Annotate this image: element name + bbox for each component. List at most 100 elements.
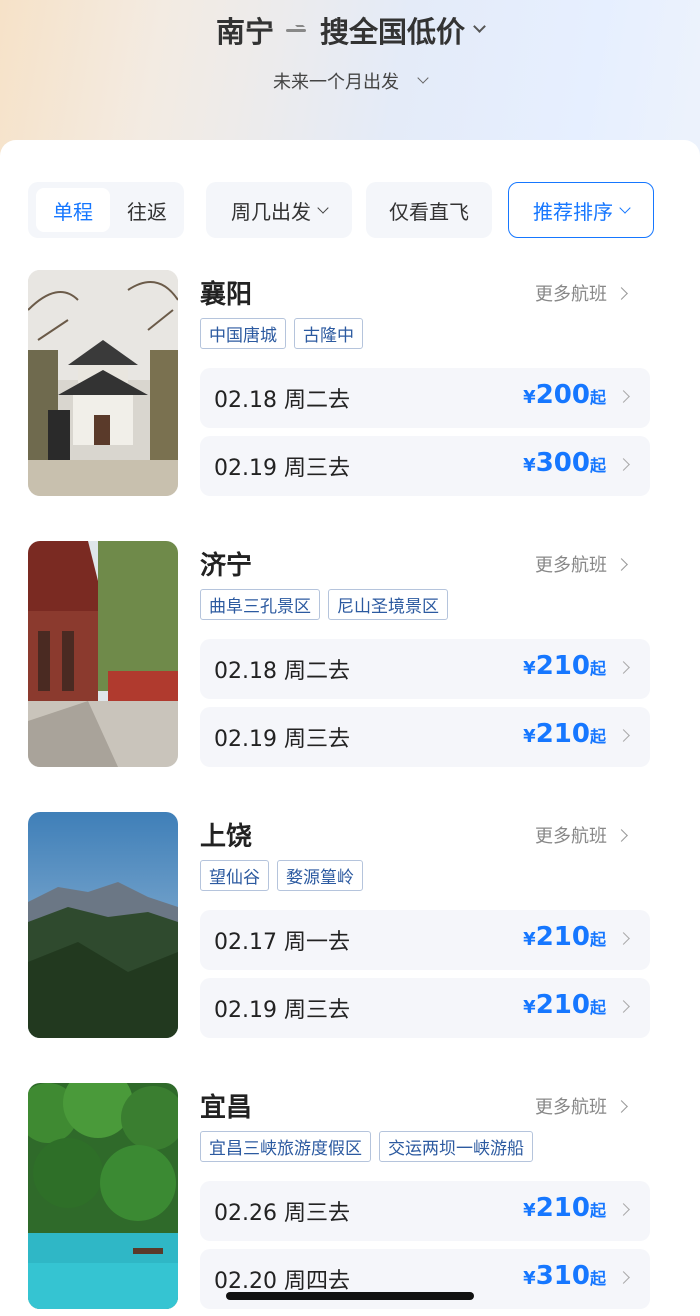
currency-symbol: ¥: [523, 997, 536, 1018]
attraction-tag: 望仙谷: [200, 860, 269, 891]
chevron-right-icon: [615, 1099, 628, 1113]
currency-symbol: ¥: [523, 387, 536, 408]
more-flights-link[interactable]: 更多航班: [535, 551, 628, 577]
city-name: 济宁: [200, 551, 253, 581]
flight-date: 02.18 周二去: [214, 659, 350, 684]
more-flights-label: 更多航班: [535, 1097, 607, 1118]
chevron-right-icon: [617, 1203, 630, 1216]
destination-photo: [28, 270, 178, 496]
attraction-tags: 中国唐城 古隆中: [200, 318, 363, 349]
chevron-down-icon[interactable]: [473, 19, 486, 33]
attraction-tag: 中国唐城: [200, 318, 286, 349]
price-suffix: 起: [589, 930, 606, 949]
flight-price: ¥200起: [523, 380, 606, 410]
destination-card[interactable]: 上饶 更多航班 望仙谷 婺源篁岭 02.17 周一去 ¥210起 02.19 周…: [28, 812, 650, 1040]
price-suffix: 起: [589, 727, 606, 746]
one-way-tab[interactable]: 单程: [36, 188, 110, 232]
date-range-selector[interactable]: 未来一个月出发: [0, 66, 700, 96]
origin-city[interactable]: 南宁: [216, 9, 274, 51]
flight-date: 02.20 周四去: [214, 1269, 350, 1294]
flight-row[interactable]: 02.19 周三去 ¥300起: [200, 436, 650, 496]
flight-row[interactable]: 02.18 周二去 ¥200起: [200, 368, 650, 428]
sort-dropdown[interactable]: 推荐排序: [508, 182, 654, 238]
chevron-down-icon: [317, 201, 329, 214]
flight-row[interactable]: 02.17 周一去 ¥210起: [200, 910, 650, 970]
more-flights-label: 更多航班: [535, 826, 607, 847]
attraction-tags: 曲阜三孔景区 尼山圣境景区: [200, 589, 448, 620]
chevron-right-icon: [617, 932, 630, 945]
chevron-down-icon: [619, 201, 631, 214]
flight-date: 02.26 周三去: [214, 1201, 350, 1226]
flight-date: 02.17 周一去: [214, 930, 350, 955]
currency-symbol: ¥: [523, 455, 536, 476]
flight-date: 02.18 周二去: [214, 388, 350, 413]
round-trip-tab[interactable]: 往返: [110, 188, 184, 232]
arrow-right-icon: [286, 23, 308, 37]
date-range-label: 未来一个月出发: [273, 72, 399, 93]
chevron-right-icon: [617, 661, 630, 674]
route-selector[interactable]: 南宁 搜全国低价: [0, 8, 700, 52]
flight-price: ¥210起: [523, 922, 606, 952]
destination-card[interactable]: 宜昌 更多航班 宜昌三峡旅游度假区 交运两坝一峡游船 02.26 周三去 ¥21…: [28, 1083, 650, 1311]
attraction-tag: 尼山圣境景区: [328, 589, 448, 620]
destination-card[interactable]: 襄阳 更多航班 中国唐城 古隆中 02.18 周二去 ¥200起 02.19 周…: [28, 270, 650, 498]
home-indicator[interactable]: [226, 1292, 474, 1300]
attraction-tag: 古隆中: [294, 318, 363, 349]
city-name: 襄阳: [200, 280, 253, 310]
price-value: 200: [535, 380, 590, 410]
price-suffix: 起: [589, 659, 606, 678]
price-suffix: 起: [589, 1201, 606, 1220]
price-value: 310: [535, 1261, 590, 1291]
attraction-tag: 宜昌三峡旅游度假区: [200, 1131, 371, 1162]
more-flights-link[interactable]: 更多航班: [535, 280, 628, 306]
flight-row[interactable]: 02.18 周二去 ¥210起: [200, 639, 650, 699]
city-name: 上饶: [200, 822, 253, 852]
direct-only-label: 仅看直飞: [389, 199, 469, 224]
sort-label: 推荐排序: [533, 199, 613, 224]
weekday-filter[interactable]: 周几出发: [206, 182, 352, 238]
destination-photo: [28, 1083, 178, 1309]
chevron-right-icon: [617, 1000, 630, 1013]
currency-symbol: ¥: [523, 726, 536, 747]
currency-symbol: ¥: [523, 929, 536, 950]
chevron-down-icon: [417, 72, 429, 84]
header: 南宁 搜全国低价 未来一个月出发: [0, 0, 700, 140]
flight-row[interactable]: 02.19 周三去 ¥210起: [200, 707, 650, 767]
city-name: 宜昌: [200, 1093, 253, 1123]
filter-bar: 单程 往返 周几出发 仅看直飞 推荐排序: [28, 182, 660, 240]
currency-symbol: ¥: [523, 1268, 536, 1289]
price-value: 300: [535, 448, 590, 478]
attraction-tag: 婺源篁岭: [277, 860, 363, 891]
weekday-filter-label: 周几出发: [231, 199, 311, 224]
chevron-right-icon: [615, 286, 628, 300]
direct-only-filter[interactable]: 仅看直飞: [366, 182, 492, 238]
flight-date: 02.19 周三去: [214, 727, 350, 752]
attraction-tags: 宜昌三峡旅游度假区 交运两坝一峡游船: [200, 1131, 533, 1162]
flight-price: ¥210起: [523, 990, 606, 1020]
flight-price: ¥210起: [523, 1193, 606, 1223]
destination-label[interactable]: 搜全国低价: [320, 9, 465, 51]
price-value: 210: [535, 922, 590, 952]
destination-card[interactable]: 济宁 更多航班 曲阜三孔景区 尼山圣境景区 02.18 周二去 ¥210起 02…: [28, 541, 650, 769]
attraction-tag: 曲阜三孔景区: [200, 589, 320, 620]
flight-row[interactable]: 02.20 周四去 ¥310起: [200, 1249, 650, 1309]
chevron-right-icon: [615, 828, 628, 842]
price-value: 210: [535, 990, 590, 1020]
flight-row[interactable]: 02.19 周三去 ¥210起: [200, 978, 650, 1038]
more-flights-label: 更多航班: [535, 555, 607, 576]
price-value: 210: [535, 719, 590, 749]
chevron-right-icon: [617, 1271, 630, 1284]
trip-type-toggle: 单程 往返: [28, 182, 184, 238]
price-suffix: 起: [589, 1269, 606, 1288]
more-flights-link[interactable]: 更多航班: [535, 822, 628, 848]
flight-row[interactable]: 02.26 周三去 ¥210起: [200, 1181, 650, 1241]
more-flights-label: 更多航班: [535, 284, 607, 305]
more-flights-link[interactable]: 更多航班: [535, 1093, 628, 1119]
chevron-right-icon: [617, 458, 630, 471]
price-suffix: 起: [589, 998, 606, 1017]
price-value: 210: [535, 1193, 590, 1223]
destination-photo: [28, 541, 178, 767]
flight-price: ¥310起: [523, 1261, 606, 1291]
flight-date: 02.19 周三去: [214, 998, 350, 1023]
currency-symbol: ¥: [523, 1200, 536, 1221]
